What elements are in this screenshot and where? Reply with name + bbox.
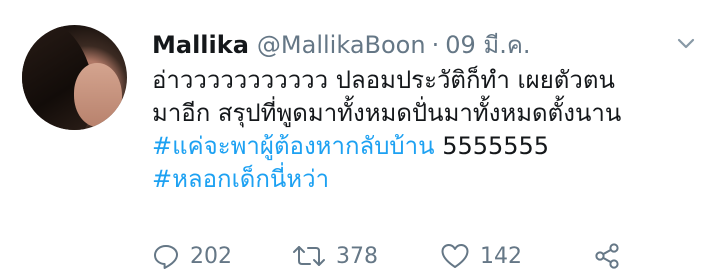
hashtag-link[interactable]: #แค่จะพาผู้ต้องหากลับบ้าน bbox=[152, 132, 435, 160]
tweet-text-line-2: มาอีก สรุปที่พูดมาทั้งหมดปั่นมาทั้งหมดตั… bbox=[152, 99, 622, 127]
retweet-icon bbox=[293, 246, 325, 266]
tweet-date[interactable]: 09 มี.ค. bbox=[445, 28, 530, 62]
author-name[interactable]: Mallika bbox=[152, 28, 249, 62]
reply-count: 202 bbox=[190, 243, 232, 269]
heart-icon bbox=[441, 244, 469, 268]
chevron-down-icon[interactable] bbox=[674, 34, 698, 54]
header-separator: · bbox=[431, 31, 440, 59]
author-handle[interactable]: @MallikaBoon bbox=[257, 28, 426, 62]
reply-icon bbox=[154, 245, 178, 269]
tweet-text-line-3: #แค่จะพาผู้ต้องหากลับบ้าน 5555555 bbox=[152, 130, 712, 163]
tweet-text-line-4: #หลอกเด็กนี่หว่า bbox=[152, 163, 712, 196]
tweet: Mallika @MallikaBoon · 09 มี.ค. อ่าววววว… bbox=[0, 0, 719, 276]
tweet-actions: 202 378 142 bbox=[152, 238, 672, 274]
avatar-face bbox=[74, 63, 122, 127]
like-count: 142 bbox=[480, 243, 522, 269]
share-icon bbox=[595, 243, 619, 269]
avatar[interactable] bbox=[22, 25, 127, 130]
retweet-count: 378 bbox=[336, 243, 378, 269]
tweet-text: อ่าววววววววววว ปลอมประวัติก็ทำ เผยตัวตน … bbox=[152, 64, 712, 196]
tweet-header: Mallika @MallikaBoon · 09 มี.ค. bbox=[152, 28, 531, 62]
share-button[interactable] bbox=[592, 238, 622, 274]
like-button[interactable]: 142 bbox=[440, 238, 522, 274]
retweet-button[interactable]: 378 bbox=[292, 238, 378, 274]
tweet-text-line-1: อ่าววววววววววว ปลอมประวัติก็ทำ เผยตัวตน bbox=[152, 66, 615, 94]
reply-button[interactable]: 202 bbox=[152, 238, 232, 274]
hashtag-link[interactable]: #หลอกเด็กนี่หว่า bbox=[152, 165, 329, 193]
tweet-text-laugh: 5555555 bbox=[434, 132, 550, 160]
